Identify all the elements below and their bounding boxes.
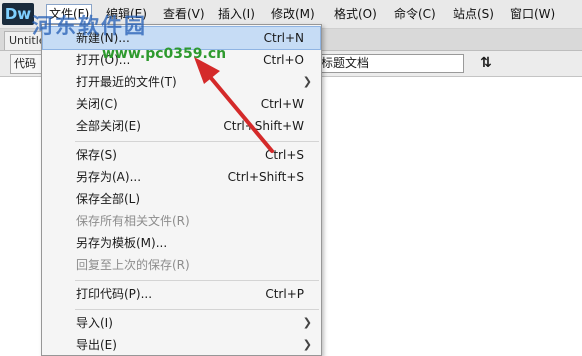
title-input[interactable]: 标题文档 (316, 54, 464, 73)
sort-icon[interactable]: ⇅ (474, 54, 498, 72)
menu-separator (75, 141, 319, 142)
menu-item-shortcut: Ctrl+N (263, 31, 304, 45)
menu-item-shortcut: Ctrl+W (260, 97, 304, 111)
menu-item-label: 导入(I) (76, 316, 113, 330)
menu-item-label: 全部关闭(E) (76, 119, 141, 133)
menu-item-shortcut: Ctrl+S (264, 148, 304, 162)
menu-insert[interactable]: 插入(I) (215, 5, 258, 23)
submenu-arrow-icon: ❯ (302, 316, 312, 329)
menu-item-label: 导出(E) (76, 338, 117, 352)
menu-item-import[interactable]: 导入(I) ❯ (43, 312, 320, 334)
menu-item-save-all-related: 保存所有相关文件(R) (43, 210, 320, 232)
menu-item-save-all[interactable]: 保存全部(L) (43, 188, 320, 210)
menu-item-shortcut: Ctrl+P (265, 287, 304, 301)
code-view-button[interactable]: 代码 (10, 54, 45, 74)
menu-item-shortcut: Ctrl+O (263, 53, 304, 67)
menu-item-label: 保存(S) (76, 148, 117, 162)
dreamweaver-logo: Dw (2, 3, 34, 25)
menu-item-label: 另存为模板(M)... (76, 236, 168, 250)
menu-item-label: 打印代码(P)... (76, 287, 153, 301)
watermark-url: www.pc0359.cn (102, 46, 227, 62)
file-menu-dropdown: 新建(N)... Ctrl+N 打开(O)... Ctrl+O 打开最近的文件(… (41, 24, 322, 356)
menu-item-close-all[interactable]: 全部关闭(E) Ctrl+Shift+W (43, 115, 320, 137)
menu-separator (75, 309, 319, 310)
menu-item-save-as-template[interactable]: 另存为模板(M)... (43, 232, 320, 254)
menu-item-save[interactable]: 保存(S) Ctrl+S (43, 144, 320, 166)
menu-item-label: 保存所有相关文件(R) (76, 214, 190, 228)
menu-item-label: 另存为(A)... (76, 170, 142, 184)
menu-view[interactable]: 查看(V) (160, 5, 208, 23)
menu-item-close[interactable]: 关闭(C) Ctrl+W (43, 93, 320, 115)
menu-item-save-as[interactable]: 另存为(A)... Ctrl+Shift+S (43, 166, 320, 188)
menu-item-label: 打开最近的文件(T) (76, 75, 177, 89)
menu-item-label: 保存全部(L) (76, 192, 141, 206)
menu-separator (75, 280, 319, 281)
menu-commands[interactable]: 命令(C) (391, 5, 439, 23)
menu-item-revert: 回复至上次的保存(R) (43, 254, 320, 276)
menu-item-open-recent[interactable]: 打开最近的文件(T) ❯ (43, 71, 320, 93)
watermark-site-name: 河东软件园 (32, 14, 147, 38)
menu-item-label: 关闭(C) (76, 97, 118, 111)
menu-site[interactable]: 站点(S) (450, 5, 497, 23)
menu-item-print-code[interactable]: 打印代码(P)... Ctrl+P (43, 283, 320, 305)
menu-format[interactable]: 格式(O) (331, 5, 380, 23)
submenu-arrow-icon: ❯ (302, 338, 312, 351)
menu-item-shortcut: Ctrl+Shift+W (223, 119, 304, 133)
menu-modify[interactable]: 修改(M) (268, 5, 318, 23)
menu-item-shortcut: Ctrl+Shift+S (227, 170, 304, 184)
menu-item-export[interactable]: 导出(E) ❯ (43, 334, 320, 356)
menu-item-label: 回复至上次的保存(R) (76, 258, 190, 272)
menu-window[interactable]: 窗口(W) (507, 5, 558, 23)
submenu-arrow-icon: ❯ (302, 75, 312, 88)
